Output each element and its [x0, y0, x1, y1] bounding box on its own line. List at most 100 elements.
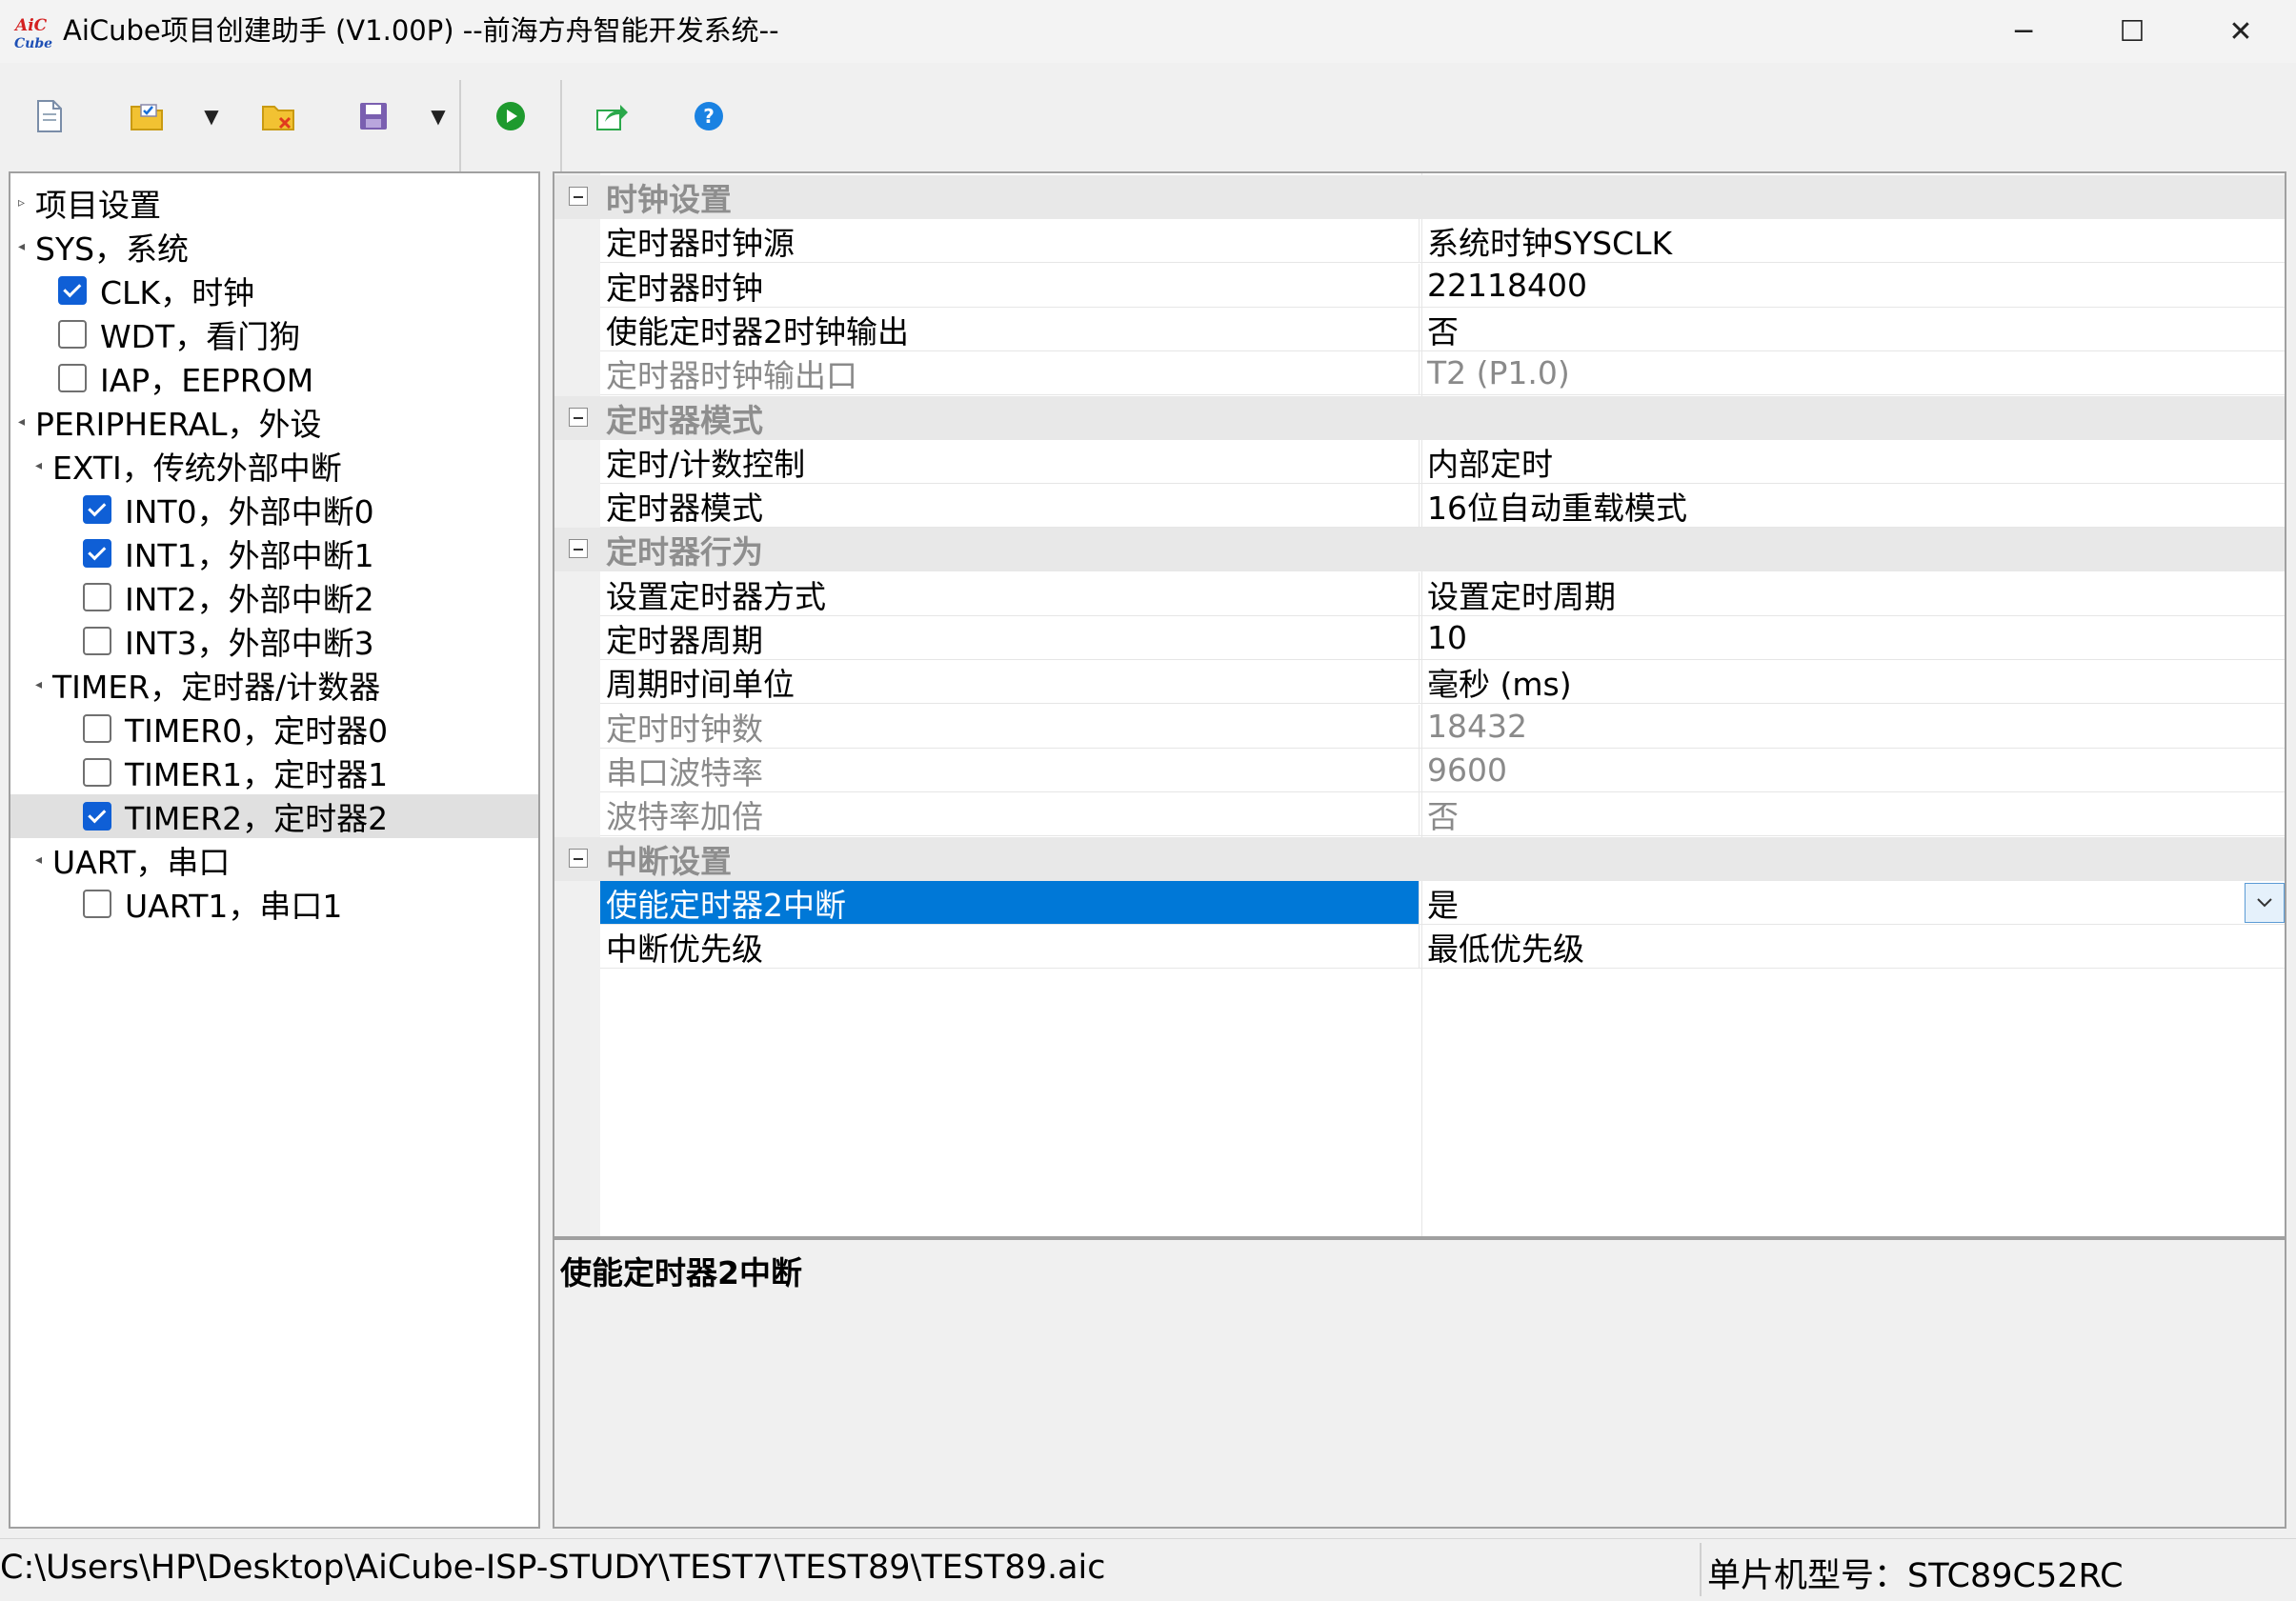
property-value[interactable]: 是 [1421, 881, 2279, 924]
grid-property-row[interactable]: 周期时间单位 毫秒 (ms) [600, 660, 2285, 704]
grid-property-row[interactable]: 定时器模式 16位自动重载模式 [600, 484, 2285, 528]
close-button[interactable]: ✕ [2186, 0, 2295, 63]
help-icon[interactable]: ? [682, 90, 735, 143]
svg-text:AiC: AiC [13, 16, 48, 35]
tree-expander-icon[interactable]: ▹ [18, 195, 35, 210]
chevron-down-icon[interactable] [2245, 883, 2285, 923]
tree-item[interactable]: INT0，外部中断0 [10, 488, 538, 531]
property-grid: 时钟设置 定时器时钟源 系统时钟SYSCLK 定时器时钟 22118400 使能定时器2时… [553, 171, 2286, 1238]
collapse-icon[interactable] [569, 408, 588, 427]
tree-item[interactable]: INT3，外部中断3 [10, 619, 538, 663]
run-icon[interactable] [484, 90, 537, 143]
tree-expander-icon[interactable]: ◂ [35, 677, 52, 692]
grid-property-row[interactable]: 串口波特率 9600 [600, 749, 2285, 792]
new-file-icon[interactable] [23, 90, 76, 143]
tree-item[interactable]: CLK，时钟 [10, 269, 538, 312]
save-dropdown-arrow[interactable]: ▼ [423, 101, 453, 131]
tree-item-label: UART，串口 [52, 844, 231, 881]
tree-item[interactable]: ▹ 项目设置 [10, 181, 538, 225]
app-logo: AiC Cube [11, 11, 53, 53]
project-tree: ▹ 项目设置 ◂ SYS，系统 CLK，时钟 WDT，看门狗 IAP，EEPROM ◂ PERI… [9, 171, 540, 1529]
property-name: 定时器模式 [600, 484, 1420, 527]
grid-property-row[interactable]: 定时器时钟源 系统时钟SYSCLK [600, 219, 2285, 263]
tree-checkbox[interactable] [83, 495, 111, 524]
property-value[interactable]: 毫秒 (ms) [1421, 660, 2279, 703]
minimize-button[interactable]: ─ [1969, 0, 2078, 63]
tree-item[interactable]: TIMER0，定时器0 [10, 707, 538, 750]
tree-expander-icon[interactable]: ◂ [35, 852, 52, 868]
tree-item-label: CLK，时钟 [100, 274, 255, 311]
tree-checkbox[interactable] [83, 714, 111, 743]
description-title: 使能定时器2中断 [560, 1254, 802, 1291]
property-value[interactable]: 设置定时周期 [1421, 572, 2279, 615]
maximize-button[interactable]: ☐ [2078, 0, 2186, 63]
tree-item[interactable]: WDT，看门狗 [10, 312, 538, 356]
property-value[interactable]: 系统时钟SYSCLK [1421, 219, 2279, 262]
tree-checkbox[interactable] [83, 539, 111, 568]
tree-item[interactable]: ◂ SYS，系统 [10, 225, 538, 269]
property-name: 使能定时器2时钟输出 [600, 308, 1420, 350]
tree-item-label: INT2，外部中断2 [125, 581, 374, 618]
grid-property-row[interactable]: 定时器周期 10 [600, 616, 2285, 660]
tree-item[interactable]: TIMER1，定时器1 [10, 750, 538, 794]
tree-checkbox[interactable] [58, 320, 87, 349]
tree-item[interactable]: INT2，外部中断2 [10, 575, 538, 619]
save-icon[interactable] [347, 90, 400, 143]
grid-category: 中断设置 [554, 837, 2285, 881]
tree-checkbox[interactable] [58, 364, 87, 392]
tree-item[interactable]: UART1，串口1 [10, 882, 538, 926]
property-value[interactable]: 16位自动重载模式 [1421, 484, 2279, 527]
grid-property-row[interactable]: 使能定时器2中断是 [600, 881, 2285, 925]
property-name: 使能定时器2中断 [600, 881, 1420, 924]
status-bar: C:\Users\HP\Desktop\AiCube-ISP-STUDY\TES… [0, 1538, 2296, 1601]
property-value[interactable]: 内部定时 [1421, 440, 2279, 483]
property-value[interactable]: 10 [1421, 616, 2279, 659]
tree-checkbox[interactable] [83, 583, 111, 611]
grid-property-row[interactable]: 波特率加倍否 [600, 792, 2285, 836]
grid-category-label: 时钟设置 [606, 181, 732, 218]
tree-expander-icon[interactable]: ◂ [18, 239, 35, 254]
property-value: 18432 [1427, 708, 1527, 745]
property-value[interactable]: 否 [1421, 308, 2279, 350]
tree-checkbox[interactable] [58, 276, 87, 305]
close-file-icon[interactable] [252, 90, 305, 143]
grid-property-row[interactable]: 定时器时钟 22118400 [600, 264, 2285, 308]
tree-item[interactable]: INT1，外部中断1 [10, 531, 538, 575]
description-panel: 使能定时器2中断 [553, 1238, 2286, 1529]
tree-item[interactable]: ◂ EXTI，传统外部中断 [10, 444, 538, 488]
open-folder-icon[interactable] [120, 90, 173, 143]
tree-item[interactable]: ◂ PERIPHERAL，外设 [10, 400, 538, 444]
tree-item-label: SYS，系统 [35, 230, 190, 268]
collapse-icon[interactable] [569, 539, 588, 558]
property-name: 波特率加倍 [600, 792, 1420, 835]
grid-category: 定时器模式 [554, 396, 2285, 440]
tree-expander-icon[interactable]: ◂ [18, 414, 35, 430]
collapse-icon[interactable] [569, 187, 588, 206]
tree-item[interactable]: ◂ UART，串口 [10, 838, 538, 882]
property-value[interactable]: 22118400 [1421, 264, 2279, 307]
property-value: 否 [1427, 797, 1459, 835]
grid-property-row[interactable]: 使能定时器2时钟输出否 [600, 308, 2285, 351]
tree-checkbox[interactable] [83, 802, 111, 831]
grid-property-row[interactable]: 中断优先级 最低优先级 [600, 925, 2285, 969]
tree-checkbox[interactable] [83, 890, 111, 918]
grid-property-row[interactable]: 定时时钟数 18432 [600, 705, 2285, 749]
property-value[interactable]: 最低优先级 [1421, 925, 2279, 968]
tree-item[interactable]: TIMER2，定时器2 [10, 794, 538, 838]
tree-expander-icon[interactable]: ◂ [35, 458, 52, 473]
grid-left-margin [554, 173, 600, 1236]
grid-property-row[interactable]: 定时/计数控制 内部定时 [600, 440, 2285, 484]
tree-item[interactable]: ◂ TIMER，定时器/计数器 [10, 663, 538, 707]
property-value: 9600 [1427, 751, 1507, 789]
collapse-icon[interactable] [569, 849, 588, 868]
grid-property-row[interactable]: 定时器时钟输出口 T2 (P1.0) [600, 351, 2285, 395]
tree-checkbox[interactable] [83, 758, 111, 787]
export-icon[interactable] [585, 90, 638, 143]
property-name: 定时器时钟源 [600, 219, 1420, 262]
tree-item[interactable]: IAP，EEPROM [10, 356, 538, 400]
svg-text:Cube: Cube [14, 36, 52, 51]
open-dropdown-arrow[interactable]: ▼ [196, 101, 227, 131]
tree-checkbox[interactable] [83, 627, 111, 655]
grid-property-row[interactable]: 设置定时器方式 设置定时周期 [600, 572, 2285, 616]
tree-item-label: TIMER0，定时器0 [125, 712, 389, 750]
